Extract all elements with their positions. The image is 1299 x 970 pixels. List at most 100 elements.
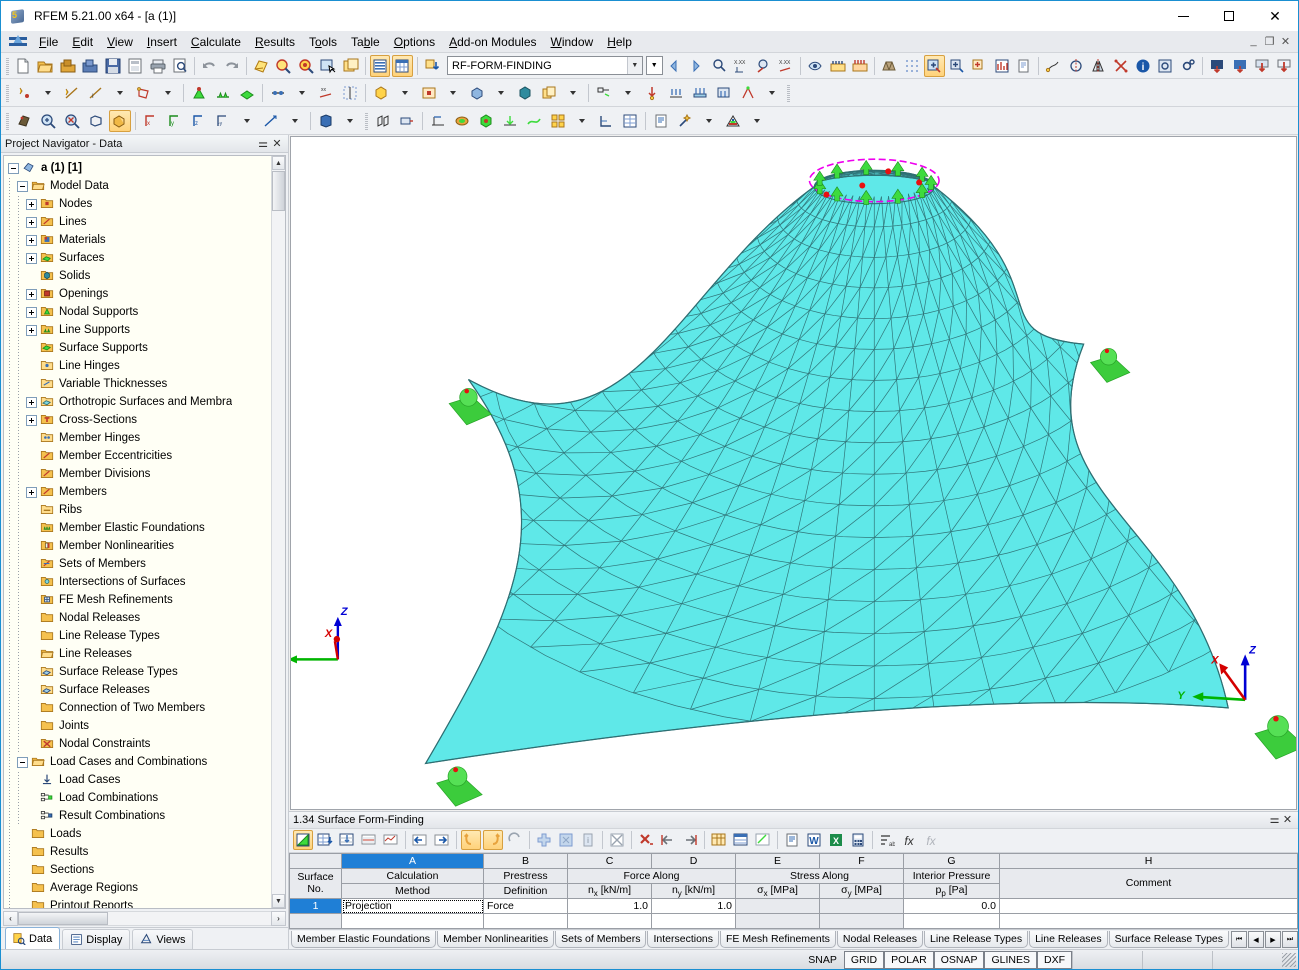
tree-item-member-nonlinearities[interactable]: Member Nonlinearities (8, 537, 271, 555)
contact-dropdown-icon[interactable] (490, 82, 512, 104)
set-dropdown-icon[interactable] (617, 82, 639, 104)
table-close-icon[interactable]: ✕ (1281, 813, 1294, 826)
scroll-up-icon[interactable]: ▲ (272, 156, 285, 170)
volume-copy-icon[interactable] (538, 82, 560, 104)
contact-icon[interactable] (466, 82, 488, 104)
solid-result-icon[interactable] (475, 110, 497, 132)
tree-expander[interactable] (17, 757, 28, 768)
support-display-icon[interactable] (499, 110, 521, 132)
info-icon[interactable]: i (1133, 55, 1153, 77)
menu-table[interactable]: Table (344, 32, 387, 52)
table-grid-icon[interactable] (392, 55, 412, 77)
results-diagram-icon[interactable] (991, 55, 1011, 77)
menu-addon-modules[interactable]: Add-on Modules (442, 32, 543, 52)
zoom-all-icon[interactable] (296, 55, 316, 77)
view-y-icon[interactable]: y (164, 110, 186, 132)
surface-support-add-icon[interactable] (236, 82, 258, 104)
close-button[interactable]: ✕ (1252, 1, 1298, 31)
table-note-icon[interactable] (782, 830, 802, 850)
sheet-tab-line-release-types[interactable]: Line Release Types (924, 931, 1028, 948)
maximize-button[interactable] (1206, 1, 1252, 31)
pin-icon[interactable]: ⚌ (256, 137, 270, 150)
table-multiselect-icon[interactable] (556, 830, 576, 850)
mirror-icon[interactable] (1088, 55, 1108, 77)
status-toggle-osnap[interactable]: OSNAP (934, 951, 985, 969)
tree-item-variable-thicknesses[interactable]: Variable Thicknesses (8, 375, 271, 393)
menu-file[interactable]: File (32, 32, 65, 52)
cell-empty[interactable] (820, 914, 904, 929)
tree-item-load-cases[interactable]: Load Cases (8, 771, 271, 789)
table-display-icon[interactable] (619, 110, 641, 132)
rotate-view-icon[interactable] (260, 110, 282, 132)
sheet-tab-line-releases[interactable]: Line Releases (1029, 931, 1108, 948)
table-word-icon[interactable]: W (804, 830, 824, 850)
calculate-selected-icon[interactable] (969, 55, 989, 77)
last-sheet-button[interactable]: ⏭ (1282, 931, 1298, 948)
cell-empty[interactable] (1000, 914, 1298, 929)
wand-dropdown-icon[interactable] (698, 110, 720, 132)
toolbar-grip-4[interactable] (6, 112, 9, 130)
render-mode-icon[interactable] (13, 110, 35, 132)
surface-load-icon[interactable] (689, 82, 711, 104)
import-red2-icon[interactable] (1274, 55, 1294, 77)
menu-options[interactable]: Options (387, 32, 442, 52)
column-header-D[interactable]: D (652, 853, 736, 868)
menu-insert[interactable]: Insert (140, 32, 184, 52)
table-move-left-icon[interactable] (658, 830, 678, 850)
load-combination-display-icon[interactable] (850, 55, 870, 77)
column-header-H[interactable]: H (1000, 853, 1298, 868)
toolbar-grip[interactable] (6, 57, 9, 75)
table-chart-icon[interactable] (381, 830, 401, 850)
menu-edit[interactable]: Edit (65, 32, 100, 52)
solid-dropdown-icon[interactable] (394, 82, 416, 104)
opening-dropdown-icon[interactable] (442, 82, 464, 104)
menu-view[interactable]: View (100, 32, 140, 52)
axis-display-icon[interactable] (595, 110, 617, 132)
prev-sheet-button[interactable]: ◀ (1248, 931, 1264, 948)
tree-item-nodes[interactable]: Nodes (8, 195, 271, 213)
opening-icon[interactable] (418, 82, 440, 104)
deformation-icon[interactable] (427, 110, 449, 132)
surface-dropdown-icon[interactable] (157, 82, 179, 104)
solid-icon[interactable] (370, 82, 392, 104)
line-support-add-icon[interactable] (212, 82, 234, 104)
tree-item-connection-of-two-members[interactable]: Connection of Two Members (8, 699, 271, 717)
clipping-icon[interactable] (396, 110, 418, 132)
new-line-dim-icon[interactable]: I (85, 82, 107, 104)
tree-item-line-release-types[interactable]: Line Release Types (8, 627, 271, 645)
table-next-page-icon[interactable] (432, 830, 452, 850)
table-calculator-icon[interactable] (848, 830, 868, 850)
smooth-icon[interactable] (523, 110, 545, 132)
tree-item-members[interactable]: Members (8, 483, 271, 501)
tree-expander[interactable] (26, 235, 37, 246)
table-columns-icon[interactable] (709, 830, 729, 850)
navigator-tab-display[interactable]: Display (62, 929, 130, 949)
column-header-G[interactable]: G (904, 853, 1000, 868)
print-icon[interactable] (147, 55, 167, 77)
table-info-icon[interactable]: i (578, 830, 598, 850)
tree-item-materials[interactable]: Materials (8, 231, 271, 249)
calculate-all-icon[interactable] (947, 55, 967, 77)
table-insert-row-icon[interactable] (315, 830, 335, 850)
new-surface-icon[interactable] (133, 82, 155, 104)
table-sort-icon[interactable]: ab (877, 830, 897, 850)
tree-item-result-combinations[interactable]: Result Combinations (8, 807, 271, 825)
zoom-out-icon[interactable] (61, 110, 83, 132)
scroll-thumb[interactable] (272, 171, 285, 211)
move-copy-icon[interactable] (1043, 55, 1063, 77)
toolbar-grip-5[interactable] (365, 112, 368, 130)
status-toggle-grid[interactable]: GRID (844, 951, 884, 969)
tree-item-surface-releases[interactable]: Surface Releases (8, 681, 271, 699)
rotate-view-dropdown-icon[interactable] (284, 110, 306, 132)
tree-expander[interactable] (26, 217, 37, 228)
tree-expander[interactable] (8, 163, 19, 174)
project-tree[interactable]: a (1) [1]Model DataNodesLinesMaterialsSu… (4, 156, 271, 908)
status-toggle-dxf[interactable]: DXF (1037, 951, 1072, 969)
line-load-icon[interactable] (665, 82, 687, 104)
import-red-icon[interactable] (1252, 55, 1272, 77)
gear-icon[interactable] (1178, 55, 1198, 77)
imperfection-icon[interactable] (737, 82, 759, 104)
tree-item-line-releases[interactable]: Line Releases (8, 645, 271, 663)
zoom-in-icon[interactable] (37, 110, 59, 132)
menu-results[interactable]: Results (248, 32, 302, 52)
